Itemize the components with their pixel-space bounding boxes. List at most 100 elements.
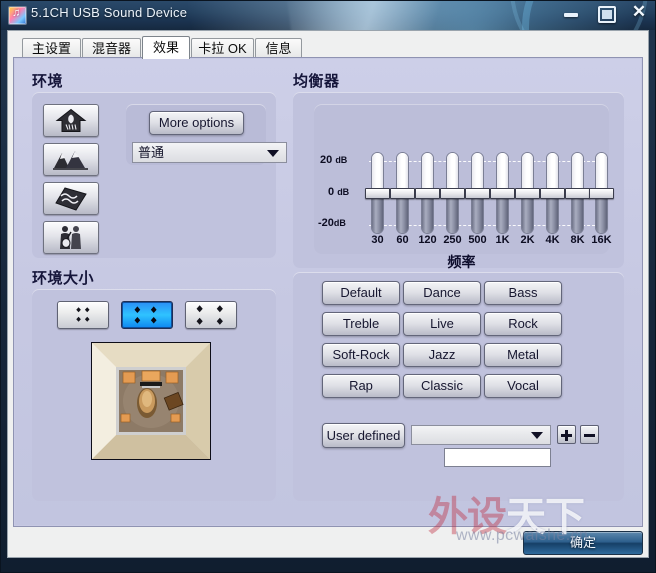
music-note-glyph: ♫: [12, 7, 21, 19]
eq-slider-upper: [572, 153, 583, 193]
eq-slider-thumb[interactable]: [515, 188, 540, 199]
dialog-footer: 确定: [13, 529, 643, 555]
window-title: 5.1CH USB Sound Device: [31, 5, 188, 20]
eq-slider-lower: [497, 193, 508, 233]
eq-slider-thumb[interactable]: [490, 188, 515, 199]
large-room-icon: [196, 305, 223, 325]
close-button[interactable]: ✕: [628, 2, 650, 22]
eq-slider-250[interactable]: [440, 152, 465, 234]
minimize-button[interactable]: [560, 2, 582, 22]
eq-slider-thumb[interactable]: [589, 188, 614, 199]
eq-slider-upper: [372, 153, 383, 193]
title-bar: ♫ 5.1CH USB Sound Device ✕: [0, 0, 656, 30]
eq-slider-60[interactable]: [390, 152, 415, 234]
eq-slider-upper: [497, 153, 508, 193]
client-area: 主设置 混音器 效果 卡拉 OK 信息 环境 More options 普通 环…: [7, 30, 649, 558]
preset-rap-button[interactable]: Rap: [322, 374, 400, 398]
preset-rock-button[interactable]: Rock: [484, 312, 562, 336]
room-preview-image: [91, 342, 211, 460]
eq-slider-thumb[interactable]: [415, 188, 440, 199]
preset-vocal-button[interactable]: Vocal: [484, 374, 562, 398]
preset-default-button[interactable]: Default: [322, 281, 400, 305]
tab-karaoke[interactable]: 卡拉 OK: [191, 38, 254, 58]
equalizer-chart: 20 dB 0 dB -20dB 30 60 120 250 500 1K 2K…: [314, 104, 614, 254]
add-preset-button[interactable]: [557, 425, 576, 444]
mountain-icon: [53, 150, 88, 170]
stone-plate-icon: [55, 186, 87, 211]
preset-dance-button[interactable]: Dance: [403, 281, 481, 305]
eq-axis-mid: 0 dB: [328, 186, 350, 198]
preset-name-input[interactable]: [444, 448, 551, 467]
ok-button[interactable]: 确定: [523, 531, 643, 555]
chevron-down-icon: [531, 432, 543, 439]
window-controls: ✕: [560, 2, 650, 23]
eq-slider-2K[interactable]: [515, 152, 540, 234]
eq-slider-16K[interactable]: [589, 152, 614, 234]
user-defined-combo[interactable]: [411, 425, 551, 445]
house-icon: [55, 108, 87, 132]
environment-size-medium-button[interactable]: [121, 301, 173, 329]
medium-room-icon: [134, 306, 157, 324]
eq-slider-120[interactable]: [415, 152, 440, 234]
env-icon-mountain-button[interactable]: [43, 143, 99, 176]
titlebar-sheen: [285, 0, 475, 30]
preset-metal-button[interactable]: Metal: [484, 343, 562, 367]
tab-main-settings[interactable]: 主设置: [22, 38, 81, 58]
tab-page-effects: 环境 More options 普通 环境大小 均衡器 20 dB 0 dB -…: [13, 57, 643, 527]
preset-bass-button[interactable]: Bass: [484, 281, 562, 305]
plus-icon-vertical: [565, 430, 568, 441]
eq-slider-8K[interactable]: [565, 152, 590, 234]
maximize-button[interactable]: [594, 2, 616, 23]
eq-slider-lower: [547, 193, 558, 233]
eq-slider-lower: [522, 193, 533, 233]
tab-info[interactable]: 信息: [255, 38, 302, 58]
preset-soft-rock-button[interactable]: Soft-Rock: [322, 343, 400, 367]
close-icon: ✕: [631, 2, 647, 21]
eq-slider-upper: [522, 153, 533, 193]
environment-size-small-button[interactable]: [57, 301, 109, 329]
environment-preset-value: 普通: [138, 145, 165, 160]
eq-slider-lower: [422, 193, 433, 233]
application-window: ♫ 5.1CH USB Sound Device ✕ 主设置 混音器 效果 卡拉…: [0, 0, 656, 573]
chevron-down-icon: [267, 149, 279, 157]
env-icon-concert-button[interactable]: [43, 221, 99, 254]
preset-jazz-button[interactable]: Jazz: [403, 343, 481, 367]
tab-effects[interactable]: 效果: [142, 36, 190, 59]
eq-slider-thumb[interactable]: [440, 188, 465, 199]
eq-slider-lower: [447, 193, 458, 233]
preset-treble-button[interactable]: Treble: [322, 312, 400, 336]
eq-slider-lower: [596, 193, 607, 233]
more-options-button[interactable]: More options: [149, 111, 244, 135]
eq-slider-upper: [422, 153, 433, 193]
eq-slider-30[interactable]: [365, 152, 390, 234]
eq-tick-16K: 16K: [591, 234, 612, 246]
minus-icon: [584, 434, 595, 437]
eq-axis-bottom: -20dB: [318, 217, 346, 229]
room-preview-svg: [92, 343, 210, 459]
environment-size-large-button[interactable]: [185, 301, 237, 329]
eq-slider-lower: [572, 193, 583, 233]
eq-slider-upper: [447, 153, 458, 193]
remove-preset-button[interactable]: [580, 425, 599, 444]
env-icon-cave-button[interactable]: [43, 182, 99, 215]
preset-live-button[interactable]: Live: [403, 312, 481, 336]
eq-slider-thumb[interactable]: [540, 188, 565, 199]
eq-axis-top: 20 dB: [320, 154, 348, 166]
eq-slider-4K[interactable]: [540, 152, 565, 234]
env-icon-room-button[interactable]: [43, 104, 99, 137]
minimize-icon: [564, 13, 578, 17]
eq-slider-thumb[interactable]: [365, 188, 390, 199]
tab-mixer[interactable]: 混音器: [82, 38, 141, 58]
tab-bar: 主设置 混音器 效果 卡拉 OK 信息: [13, 36, 643, 59]
equalizer-group-label: 均衡器: [293, 73, 340, 90]
eq-slider-thumb[interactable]: [465, 188, 490, 199]
eq-slider-1K[interactable]: [490, 152, 515, 234]
environment-group-label: 环境: [32, 73, 64, 90]
preset-classic-button[interactable]: Classic: [403, 374, 481, 398]
small-room-icon: [76, 307, 90, 322]
eq-slider-thumb[interactable]: [565, 188, 590, 199]
eq-slider-500[interactable]: [465, 152, 490, 234]
user-defined-button[interactable]: User defined: [322, 423, 405, 448]
environment-preset-combo[interactable]: 普通: [132, 142, 287, 163]
eq-slider-thumb[interactable]: [390, 188, 415, 199]
